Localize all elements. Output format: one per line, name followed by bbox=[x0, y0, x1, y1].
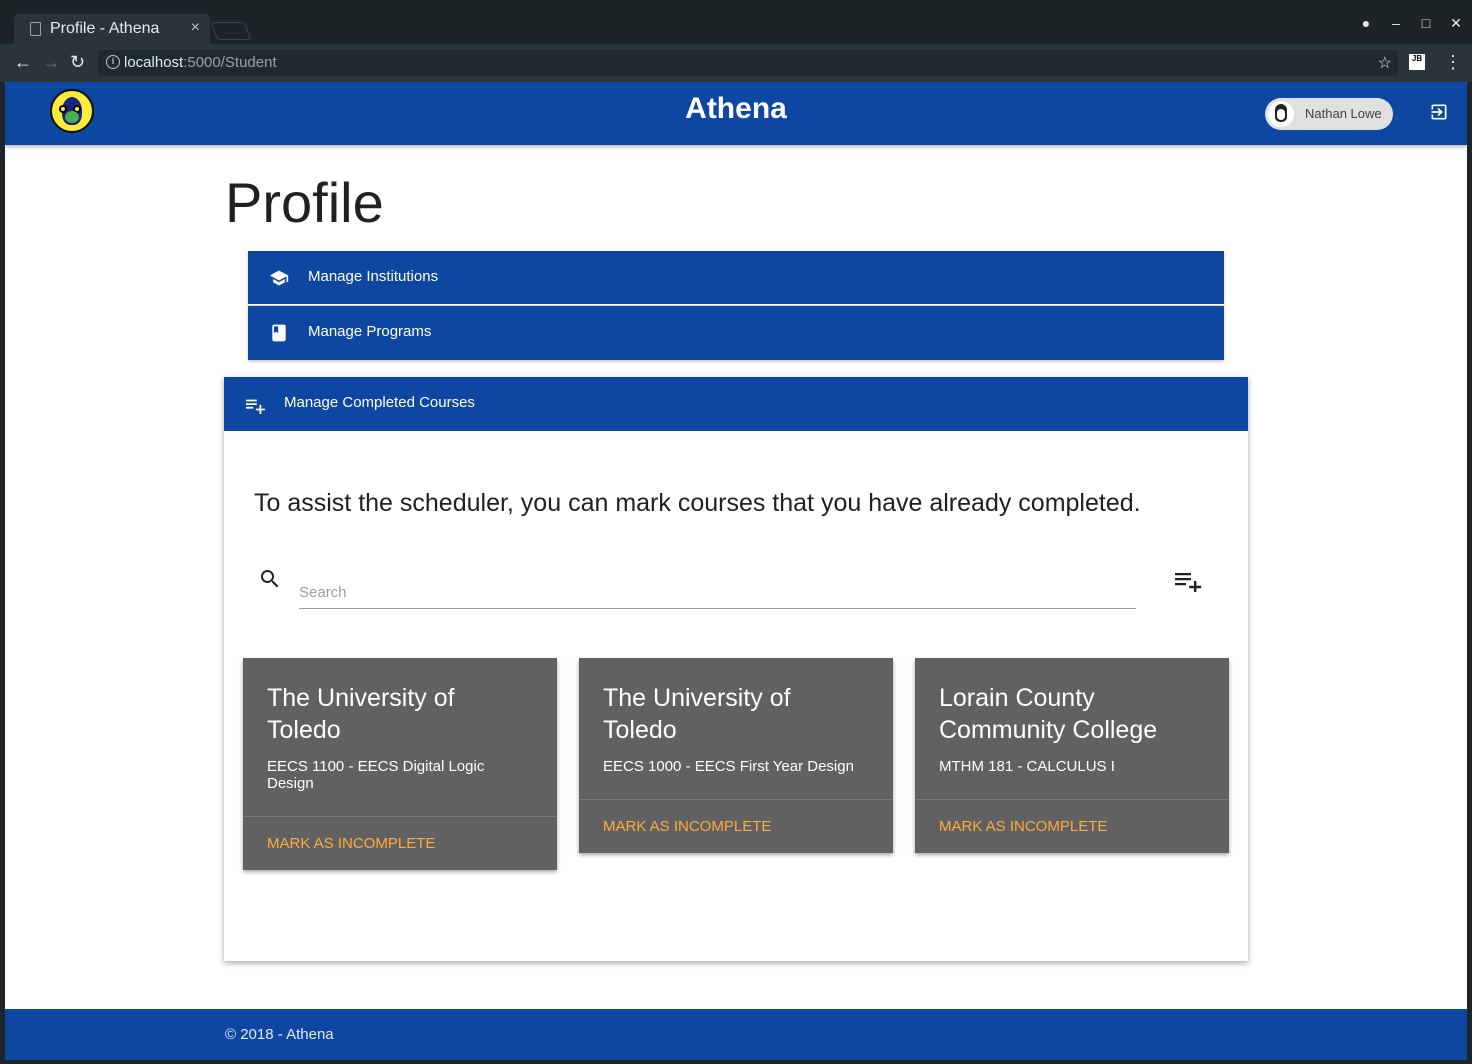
footer-text: © 2018 - Athena bbox=[225, 1026, 334, 1043]
page-icon bbox=[30, 22, 41, 36]
jetbrains-extension-icon[interactable]: JB bbox=[1409, 54, 1425, 70]
book-icon bbox=[272, 324, 286, 342]
reload-icon[interactable]: ↻ bbox=[70, 52, 85, 73]
search-icon bbox=[261, 570, 279, 588]
mark-incomplete-button[interactable]: Mark as incomplete bbox=[267, 835, 435, 852]
manage-completed-courses-label: Manage Completed Courses bbox=[284, 394, 475, 411]
info-icon[interactable]: i bbox=[106, 55, 120, 69]
card-course: MTHM 181 - CALCULUS I bbox=[939, 758, 1115, 775]
new-tab-button[interactable] bbox=[210, 22, 252, 40]
course-card: Lorain County Community College MTHM 181… bbox=[915, 658, 1229, 853]
bookmark-star-icon[interactable]: ☆ bbox=[1378, 53, 1392, 73]
course-card: The University of Toledo EECS 1100 - EEC… bbox=[243, 658, 557, 870]
window-controls: ● – □ ✕ bbox=[1358, 12, 1464, 34]
add-course-icon[interactable] bbox=[1174, 570, 1202, 592]
page-title: Profile bbox=[225, 171, 384, 234]
footer: © 2018 - Athena bbox=[5, 1009, 1467, 1060]
card-institution: The University of Toledo bbox=[267, 684, 455, 744]
url-text[interactable]: localhost:5000/Student bbox=[124, 54, 277, 71]
card-actions: Mark as incomplete bbox=[243, 816, 557, 870]
logout-icon[interactable] bbox=[1429, 102, 1449, 122]
playlist-add-icon bbox=[246, 399, 265, 414]
forward-icon[interactable]: → bbox=[42, 52, 60, 73]
maximize-button[interactable]: □ bbox=[1418, 15, 1434, 31]
manage-programs-button[interactable]: Manage Programs bbox=[248, 306, 1224, 360]
card-course: EECS 1100 - EECS Digital Logic Design bbox=[267, 758, 485, 792]
card-institution: Lorain County Community College bbox=[939, 684, 1158, 744]
browser-menu-icon[interactable]: ⋮ bbox=[1444, 52, 1462, 73]
manage-programs-label: Manage Programs bbox=[308, 323, 432, 340]
browser-tab[interactable]: Profile - Athena × bbox=[14, 14, 210, 44]
tab-close-icon[interactable]: × bbox=[191, 19, 200, 37]
card-actions: Mark as incomplete bbox=[915, 799, 1229, 853]
mark-incomplete-button[interactable]: Mark as incomplete bbox=[939, 818, 1107, 835]
school-icon bbox=[269, 270, 289, 286]
tab-strip: Profile - Athena × ● – □ ✕ bbox=[0, 0, 1472, 44]
close-window-button[interactable]: ✕ bbox=[1448, 15, 1464, 32]
minimize-button[interactable]: – bbox=[1388, 15, 1404, 31]
mark-incomplete-button[interactable]: Mark as incomplete bbox=[603, 818, 771, 835]
user-chip[interactable]: Nathan Lowe bbox=[1265, 98, 1393, 130]
app-bar: Athena Nathan Lowe bbox=[5, 82, 1467, 145]
card-institution: The University of Toledo bbox=[603, 684, 791, 744]
avatar bbox=[1268, 101, 1294, 127]
completed-courses-panel: Manage Completed Courses To assist the s… bbox=[224, 377, 1248, 961]
tab-title: Profile - Athena bbox=[50, 20, 160, 37]
toolbar: ← → ↻ i localhost:5000/Student ☆ JB ⋮ bbox=[0, 44, 1472, 82]
course-card: The University of Toledo EECS 1000 - EEC… bbox=[579, 658, 893, 853]
manage-institutions-button[interactable]: Manage Institutions bbox=[248, 251, 1224, 305]
card-course: EECS 1000 - EECS First Year Design bbox=[603, 758, 854, 775]
intro-text: To assist the scheduler, you can mark co… bbox=[254, 489, 1141, 517]
account-icon[interactable]: ● bbox=[1358, 15, 1374, 31]
app-title: Athena bbox=[685, 92, 787, 125]
browser-chrome: Profile - Athena × ● – □ ✕ ← → ↻ i local… bbox=[0, 0, 1472, 82]
address-bar[interactable]: i localhost:5000/Student ☆ bbox=[98, 50, 1398, 76]
manage-institutions-label: Manage Institutions bbox=[308, 268, 439, 285]
user-name: Nathan Lowe bbox=[1305, 106, 1382, 121]
card-actions: Mark as incomplete bbox=[579, 799, 893, 853]
page-viewport: Athena Nathan Lowe Profile Manage Instit… bbox=[5, 82, 1467, 1060]
manage-completed-courses-header[interactable]: Manage Completed Courses bbox=[224, 377, 1248, 431]
search-input[interactable] bbox=[299, 571, 1136, 609]
back-icon[interactable]: ← bbox=[14, 52, 32, 73]
